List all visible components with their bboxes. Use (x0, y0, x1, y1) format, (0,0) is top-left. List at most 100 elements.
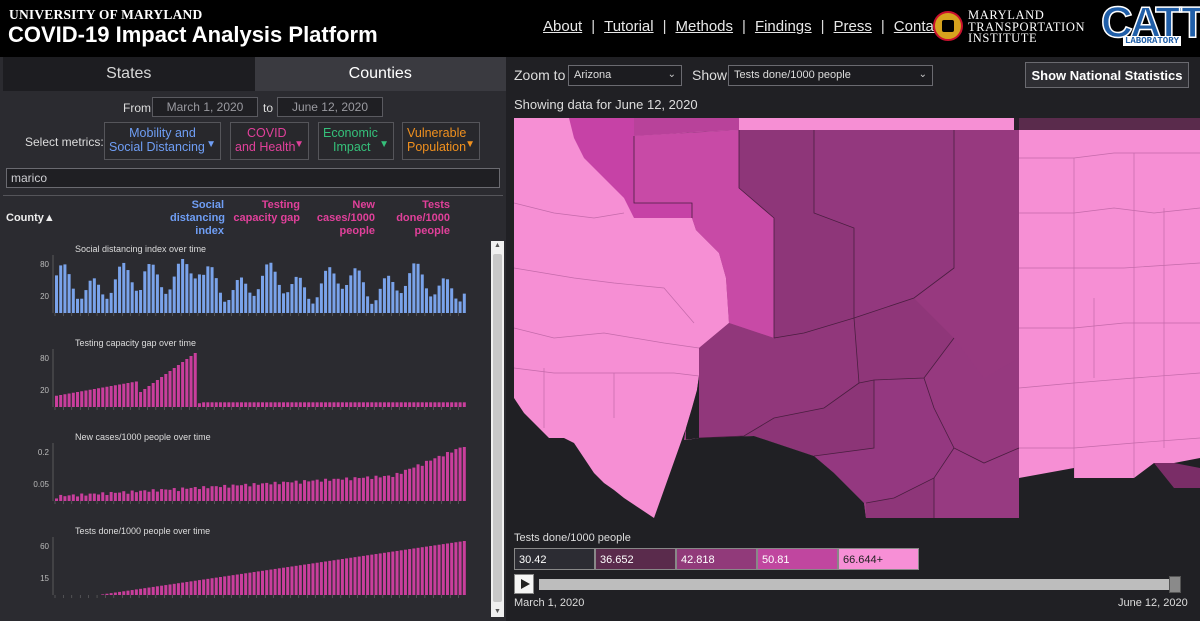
nav-divider: | (591, 18, 596, 35)
scrollbar-thumb[interactable] (493, 254, 502, 602)
county-search-input[interactable]: marico (6, 168, 500, 188)
column-social-distancing[interactable]: Social distancing index (170, 199, 226, 238)
chart-bar (63, 496, 67, 501)
chart-bar (143, 588, 147, 595)
chart-bar (244, 402, 248, 407)
nav-about[interactable]: About (543, 18, 582, 35)
list-scrollbar[interactable]: ▲ ▼ (491, 241, 504, 617)
metric-covid-dropdown[interactable]: COVID and Health ▼ (230, 122, 309, 160)
metric-mobility-line1: Mobility and (129, 126, 196, 140)
chart-bar (454, 298, 458, 313)
chart-bar (294, 402, 298, 407)
chart-bar (126, 493, 130, 501)
chart-bar (101, 387, 105, 407)
chart-bar (361, 402, 365, 407)
chart-bar (218, 292, 222, 313)
chart-bar (155, 586, 159, 595)
university-name: UNIVERSITY OF MARYLAND (9, 7, 203, 22)
metric-vulnerable-dropdown[interactable]: Vulnerable Population ▼ (402, 122, 480, 160)
nav-tutorial[interactable]: Tutorial (604, 18, 653, 35)
county-column-header[interactable]: County▲ (6, 212, 55, 224)
mti-logo-text[interactable]: MARYLAND TRANSPORTATION INSTITUTE (968, 9, 1085, 45)
from-date-input[interactable]: March 1, 2020 (152, 97, 258, 117)
chart-bar (130, 590, 134, 595)
chart-bar (462, 293, 466, 313)
metric-mobility-dropdown[interactable]: Mobility and Social Distancing ▼ (104, 122, 221, 160)
chart-bar (147, 386, 151, 407)
chart-bar (256, 402, 260, 407)
chart-bar (382, 402, 386, 407)
chart-bar (122, 262, 126, 313)
chart-bar (399, 293, 403, 313)
show-national-statistics-button[interactable]: Show National Statistics (1025, 62, 1189, 88)
chart-bar (235, 280, 239, 313)
chart-bar (210, 402, 214, 407)
chart-bar (303, 480, 307, 501)
chart-bar (408, 468, 412, 501)
chart-bar (235, 574, 239, 595)
chart-title: Social distancing index over time (75, 244, 207, 254)
column-testing-gap[interactable]: Testing capacity gap (230, 199, 300, 225)
chart-bar (433, 402, 437, 407)
chart-bar (206, 402, 210, 407)
arizona-county-map[interactable] (514, 118, 1200, 518)
col-line: distancing (170, 212, 226, 224)
chart-bar (223, 301, 227, 313)
chart-bar (101, 294, 105, 313)
chart-bar (130, 282, 134, 313)
chart-bar (429, 402, 433, 407)
chart-bar (97, 284, 101, 313)
chart-bar (403, 549, 407, 595)
chart-bar (387, 275, 391, 313)
chart-bar (109, 491, 113, 501)
chart-bar (412, 263, 416, 313)
tab-counties[interactable]: Counties (254, 57, 506, 91)
chart-bar (139, 588, 143, 595)
chart-bar (391, 402, 395, 407)
time-slider-track[interactable] (539, 579, 1181, 590)
to-date-input[interactable]: June 12, 2020 (277, 97, 383, 117)
chart-bar (412, 548, 416, 595)
slider-end-date: June 12, 2020 (1118, 597, 1188, 609)
chart-bar (118, 384, 122, 407)
show-metric-select[interactable]: Tests done/1000 people ⌄ (728, 65, 933, 86)
chart-bar (155, 274, 159, 313)
chart-bar (92, 493, 96, 501)
tab-states[interactable]: States (3, 57, 255, 91)
column-tests-done[interactable]: Tests done/1000 people (392, 199, 450, 238)
chart-bar (382, 552, 386, 595)
chart-bar (437, 285, 441, 313)
chart-bar (227, 575, 231, 595)
zoom-state-select[interactable]: Arizona ⌄ (568, 65, 682, 86)
scroll-down-icon[interactable]: ▼ (491, 607, 504, 617)
chart-bar (143, 490, 147, 501)
chart-bar (265, 570, 269, 595)
chart-bar (311, 563, 315, 595)
left-panel: States Counties From March 1, 2020 to Ju… (0, 57, 506, 621)
metric-economic-dropdown[interactable]: Economic Impact ▼ (318, 122, 394, 160)
umd-seal-logo[interactable] (933, 11, 963, 41)
chart-bar (55, 395, 59, 407)
nav-press[interactable]: Press (834, 18, 872, 35)
column-new-cases[interactable]: New cases/1000 people (316, 199, 375, 238)
play-icon[interactable] (514, 574, 534, 594)
chart-bar (458, 541, 462, 595)
chart-bar (269, 402, 273, 407)
time-slider-handle[interactable] (1169, 576, 1181, 593)
catt-lab-logo[interactable]: CATT LABORATORY (1100, 0, 1200, 52)
chart-bar (429, 296, 433, 313)
chart-bar (303, 287, 307, 313)
chart-bar (214, 577, 218, 595)
chart-bar (349, 275, 353, 313)
chart-bar (248, 292, 252, 313)
nav-findings[interactable]: Findings (755, 18, 812, 35)
chart-bar (176, 491, 180, 501)
chart-bar (252, 402, 256, 407)
chart-bar (185, 264, 189, 313)
chart-bar (361, 282, 365, 313)
nav-methods[interactable]: Methods (675, 18, 733, 35)
scroll-up-icon[interactable]: ▲ (491, 241, 504, 251)
chart-bar (151, 586, 155, 595)
chart-bar (294, 276, 298, 313)
chart-bar (349, 402, 353, 407)
